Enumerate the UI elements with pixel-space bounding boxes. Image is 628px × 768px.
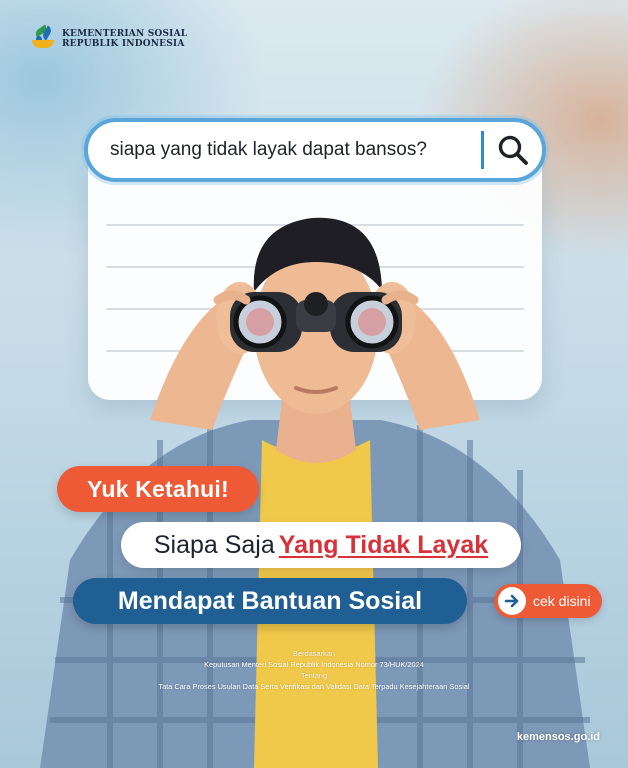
footnote-line: Tata Cara Proses Usulan Data Serta Verif…: [158, 682, 470, 691]
check-here-button[interactable]: cek disini: [494, 584, 602, 618]
footnote-line: Tentang: [300, 671, 328, 680]
headline-banner-line1: Siapa Saja Yang Tidak Layak: [121, 522, 521, 568]
search-query-text[interactable]: siapa yang tidak layak dapat bansos?: [88, 139, 481, 161]
footnote-line: Berdasarkan: [293, 649, 335, 658]
arrow-right-icon: [498, 587, 526, 615]
poster: KEMENTERIAN SOSIAL REPUBLIK INDONESIA si…: [0, 0, 628, 768]
search-icon[interactable]: [484, 122, 542, 178]
kicker-banner: Yuk Ketahui!: [57, 466, 259, 512]
kicker-text: Yuk Ketahui!: [87, 475, 229, 502]
legal-footnote: Berdasarkan Keputusan Menteri Sosial Rep…: [100, 648, 528, 692]
search-bar[interactable]: siapa yang tidak layak dapat bansos?: [84, 118, 546, 182]
headline-banner-line2: Mendapat Bantuan Sosial: [73, 578, 467, 624]
footnote-line: Keputusan Menteri Sosial Republik Indone…: [204, 660, 424, 669]
website-link[interactable]: kemensos.go.id: [517, 731, 600, 743]
headline-prefix: Siapa Saja: [153, 530, 275, 559]
headline-highlight: Yang Tidak Layak: [278, 530, 489, 559]
check-here-label: cek disini: [533, 593, 591, 609]
headline-line2-text: Mendapat Bantuan Sosial: [117, 586, 423, 615]
